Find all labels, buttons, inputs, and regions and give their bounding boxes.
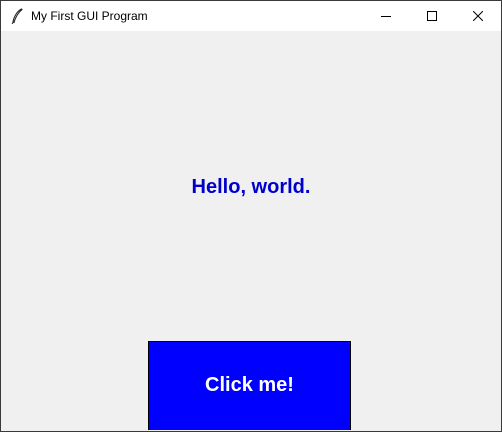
title-bar[interactable]: My First GUI Program [1, 1, 501, 31]
maximize-icon [427, 11, 437, 21]
close-icon [473, 11, 483, 21]
maximize-button[interactable] [409, 1, 455, 31]
click-me-button-label: Click me! [205, 373, 294, 396]
minimize-icon [381, 16, 391, 17]
click-me-button[interactable]: Click me! [148, 341, 351, 430]
app-window: My First GUI Program Hello, world. Click… [0, 0, 502, 432]
minimize-button[interactable] [363, 1, 409, 31]
close-button[interactable] [455, 1, 501, 31]
feather-icon [11, 8, 23, 24]
client-area: Hello, world. Click me! [1, 31, 501, 431]
hello-label: Hello, world. [191, 176, 311, 198]
window-title: My First GUI Program [31, 9, 148, 23]
